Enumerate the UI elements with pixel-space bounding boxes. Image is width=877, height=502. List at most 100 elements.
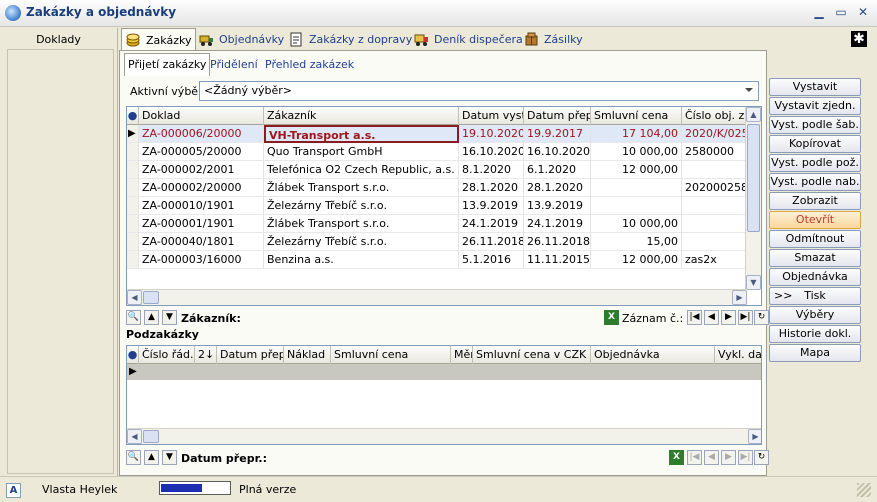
excel-export-icon[interactable]: X	[604, 310, 619, 325]
scroll-thumb[interactable]	[747, 124, 760, 232]
column-header[interactable]: Náklad	[284, 346, 331, 364]
column-header[interactable]: Datum přepr.	[217, 346, 284, 364]
tab-prijeti-zakazky[interactable]: Přijetí zakázky	[124, 53, 211, 76]
table-row[interactable]: ZA-000002/20000 Žlábek Transport s.r.o. 28…	[127, 179, 747, 197]
table-row[interactable]: ZA-000040/1801 Železárny Třebíč s.r.o. 26.…	[127, 233, 747, 251]
table-row[interactable]: ZA-000003/16000 Benzina a.s. 5.1.2016 11.11…	[127, 251, 747, 269]
table-cell: ZA-000005/20000	[139, 143, 264, 161]
tab-zasilky[interactable]: Zásilky	[520, 29, 587, 50]
first-record-icon[interactable]: |◀	[687, 450, 702, 465]
row-indicator-header: ●	[127, 346, 139, 364]
minimize-icon[interactable]: ▁	[811, 4, 827, 20]
tab-zakazky-z-dopravy[interactable]: Zakázky z dopravy	[285, 29, 416, 50]
column-header[interactable]: Smluvní cena v CZK	[473, 346, 591, 364]
vertical-scrollbar[interactable]: ▲ ▼	[745, 107, 761, 290]
table-cell: 5.1.2016	[459, 251, 524, 269]
last-record-icon[interactable]: ▶|	[738, 310, 753, 325]
filter-select[interactable]: <Žádný výběr>	[199, 81, 759, 101]
action-button-11[interactable]: >> Tisk	[769, 287, 861, 305]
column-header[interactable]: Měr	[451, 346, 473, 364]
search-icon[interactable]: 🔍	[126, 450, 141, 465]
column-header[interactable]: Zákazník	[264, 107, 459, 125]
scroll-right-icon[interactable]: ▶	[748, 429, 761, 444]
refresh-icon[interactable]: ↻	[754, 450, 769, 465]
window-title: Zakázky a objednávky	[26, 5, 177, 19]
scroll-thumb[interactable]	[143, 430, 159, 443]
column-header[interactable]: Číslo řád.	[139, 346, 195, 364]
row-indicator	[127, 143, 139, 161]
column-header[interactable]: Datum vyst.	[459, 107, 524, 125]
maximize-icon[interactable]: ▭	[833, 4, 849, 20]
action-button-0[interactable]: Vystavit	[769, 78, 861, 96]
action-button-10[interactable]: Objednávka	[769, 268, 861, 286]
app-logo-icon	[5, 5, 21, 21]
horizontal-scrollbar[interactable]: ◀ ▶	[127, 289, 747, 305]
action-button-4[interactable]: Vyst. podle pož.	[769, 154, 861, 172]
scroll-left-icon[interactable]: ◀	[127, 429, 142, 444]
prev-record-icon[interactable]: ◀	[704, 450, 719, 465]
row-indicator	[127, 161, 139, 179]
tab-denik-dispecera[interactable]: Deník dispečera	[410, 29, 527, 50]
resize-grip[interactable]	[857, 483, 871, 497]
action-button-1[interactable]: Vystavit zjedn.	[769, 97, 861, 115]
column-header[interactable]: Smluvní cena	[591, 107, 682, 125]
next-record-icon[interactable]: ▶	[721, 310, 736, 325]
sort-down-icon[interactable]: ▼	[162, 310, 177, 325]
column-header[interactable]: Doklad	[139, 107, 264, 125]
action-button-14[interactable]: Mapa	[769, 344, 861, 362]
close-icon[interactable]: ✕	[855, 4, 871, 20]
excel-export-icon[interactable]: X	[669, 450, 684, 465]
table-row[interactable]: ZA-000010/1901 Železárny Třebíč s.r.o. 13.…	[127, 197, 747, 215]
sort-up-icon[interactable]: ▲	[144, 310, 159, 325]
table-row[interactable]: ZA-000005/20000 Quo Transport GmbH 16.10.2…	[127, 143, 747, 161]
scroll-right-icon[interactable]: ▶	[732, 290, 747, 305]
table-cell: ZA-000002/20000	[139, 179, 264, 197]
tab-prideleni[interactable]: Přidělení	[207, 55, 261, 75]
table-row[interactable]: ▶ ZA-000006/20000 VH-Transport a.s. 19.10.2…	[127, 125, 747, 143]
column-header[interactable]: Datum přepr.	[524, 107, 591, 125]
row-indicator	[127, 215, 139, 233]
table-row[interactable]: ZA-000002/2001 Telefónica O2 Czech Republ…	[127, 161, 747, 179]
action-button-3[interactable]: Kopírovat	[769, 135, 861, 153]
tab-prehled-zakazek[interactable]: Přehled zakázek	[262, 55, 357, 75]
sort-up-icon[interactable]: ▲	[144, 450, 159, 465]
table-row[interactable]: ZA-000001/1901 Žlábek Transport s.r.o. 24.…	[127, 215, 747, 233]
tab-zakazky[interactable]: Zakázky	[121, 28, 197, 51]
table-row[interactable]: ▶	[127, 364, 761, 380]
action-button-5[interactable]: Vyst. podle nab.	[769, 173, 861, 191]
action-button-9[interactable]: Smazat	[769, 249, 861, 267]
search-icon[interactable]: 🔍	[126, 310, 141, 325]
table-cell	[682, 161, 747, 179]
gear-icon[interactable]: ✱	[851, 31, 867, 47]
column-header[interactable]: 2↓	[195, 346, 217, 364]
column-header[interactable]: Číslo obj. zák	[682, 107, 747, 125]
action-button-12[interactable]: Výběry	[769, 306, 861, 324]
filter-field-label: Zákazník:	[181, 312, 241, 325]
next-record-icon[interactable]: ▶	[721, 450, 736, 465]
orders-grid: ● Doklad Zákazník Datum vyst. Datum přep…	[126, 106, 762, 306]
column-header[interactable]: Objednávka	[591, 346, 715, 364]
action-button-13[interactable]: Historie dokl.	[769, 325, 861, 343]
scroll-thumb[interactable]	[143, 291, 159, 304]
action-button-8[interactable]: Odmítnout	[769, 230, 861, 248]
action-button-label: Vyst. podle nab.	[770, 175, 860, 188]
column-header[interactable]: Smluvní cena	[331, 346, 451, 364]
scroll-down-icon[interactable]: ▼	[746, 275, 761, 290]
refresh-icon[interactable]: ↻	[754, 310, 769, 325]
action-button-6[interactable]: Zobrazit	[769, 192, 861, 210]
scroll-left-icon[interactable]: ◀	[127, 290, 142, 305]
last-record-icon[interactable]: ▶|	[738, 450, 753, 465]
action-button-2[interactable]: Vyst. podle šab.	[769, 116, 861, 134]
horizontal-scrollbar[interactable]: ◀ ▶	[127, 428, 761, 444]
column-header[interactable]: Vykl. datu	[715, 346, 761, 364]
sort-down-icon[interactable]: ▼	[162, 450, 177, 465]
tab-objednavky[interactable]: Objednávky	[195, 29, 288, 50]
table-cell	[682, 215, 747, 233]
action-button-7[interactable]: Otevřít	[769, 211, 861, 229]
prev-record-icon[interactable]: ◀	[704, 310, 719, 325]
scroll-up-icon[interactable]: ▲	[746, 107, 761, 122]
filter-label: Aktivní výběr:	[130, 85, 207, 98]
document-tree[interactable]	[7, 49, 114, 474]
first-record-icon[interactable]: |◀	[687, 310, 702, 325]
action-button-label: Objednávka	[782, 270, 848, 283]
